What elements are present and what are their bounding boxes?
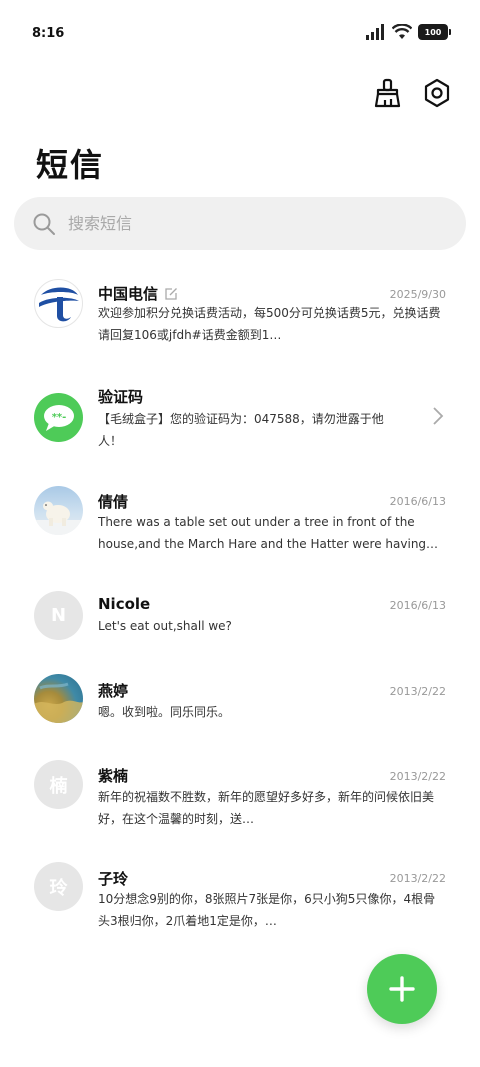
status-time: 8:16	[32, 26, 65, 41]
avatar: N	[34, 591, 83, 640]
avatar	[34, 674, 83, 723]
china-telecom-logo-icon	[38, 287, 79, 321]
conversation-item[interactable]: 燕婷 2013/2/22 嗯。收到啦。同乐同乐。	[0, 664, 480, 750]
chevron-right-icon[interactable]	[432, 406, 444, 426]
conversation-item[interactable]: N Nicole 2016/6/13 Let's eat out,shall w…	[0, 580, 480, 666]
message-date: 2013/2/22	[389, 770, 446, 783]
contact-name: Nicole	[98, 595, 151, 613]
conversation-item[interactable]: **- 验证码 【毛绒盒子】您的验证码为：047588，请勿泄露于他人！	[0, 366, 480, 452]
wifi-icon	[392, 24, 412, 39]
search-bar[interactable]	[14, 197, 466, 250]
contact-name: 倩倩	[98, 493, 129, 511]
message-date: 2016/6/13	[389, 495, 446, 508]
clean-button[interactable]	[370, 76, 404, 110]
contact-name: 燕婷	[98, 682, 129, 700]
edit-icon	[165, 287, 177, 300]
messages-screen: 8:16 100 短信 搜索短信 中国电信 2025/9/30 欢迎参加积分兑换…	[0, 0, 480, 1067]
status-bar: 8:16 100	[0, 0, 480, 64]
plus-icon	[389, 976, 415, 1002]
message-date: 2013/2/22	[389, 685, 446, 698]
battery-level: 100	[424, 27, 442, 37]
search-icon	[33, 213, 55, 235]
signal-icon	[366, 24, 384, 40]
settings-button[interactable]	[420, 76, 454, 110]
avatar	[34, 279, 83, 328]
conversation-item[interactable]: 倩倩 2016/6/13 There was a table set out u…	[0, 476, 480, 562]
avatar: 楠	[34, 760, 83, 809]
landscape-photo-icon	[34, 682, 83, 723]
message-preview: 嗯。收到啦。同乐同乐。	[98, 705, 231, 719]
contact-name: 紫楠	[98, 767, 129, 785]
contact-name: 子玲	[98, 870, 129, 888]
message-preview: Let's eat out,shall we?	[98, 619, 232, 633]
polar-bear-photo-icon	[34, 501, 83, 535]
avatar	[34, 486, 83, 535]
conversation-item[interactable]: 玲 子玲 2013/2/22 10分想念9别的你，8张照片7张是你，6只小狗5只…	[0, 848, 480, 934]
message-preview: 欢迎参加积分兑换话费活动，每500分可兑换话费5元，兑换话费请回复106或jfd…	[98, 306, 441, 342]
top-actions	[370, 76, 454, 110]
contact-name: 中国电信	[98, 283, 178, 304]
message-preview: There was a table set out under a tree i…	[98, 515, 427, 551]
message-preview: 10分想念9别的你，8张照片7张是你，6只小狗5只像你，4根骨头3根归你，2爪着…	[98, 892, 436, 928]
conversation-item[interactable]: 楠 紫楠 2013/2/22 新年的祝福数不胜数，新年的愿望好多好多，新年的问候…	[0, 750, 480, 836]
message-date: 2013/2/22	[389, 872, 446, 885]
message-date: 2016/6/13	[389, 599, 446, 612]
settings-icon	[424, 78, 450, 108]
avatar: 玲	[34, 862, 83, 911]
battery-icon: 100	[418, 24, 451, 40]
message-code-icon: **-	[43, 404, 74, 431]
page-title: 短信	[36, 146, 105, 184]
search-input[interactable]	[68, 214, 428, 233]
status-icons: 100	[366, 24, 451, 40]
avatar: **-	[34, 393, 83, 442]
new-message-button[interactable]	[367, 954, 437, 1024]
message-date: 2025/9/30	[389, 288, 446, 301]
message-preview: 【毛绒盒子】您的验证码为：047588，请勿泄露于他人！	[98, 412, 384, 448]
svg-text:**-: **-	[51, 412, 66, 423]
broom-icon	[374, 78, 401, 108]
conversation-item[interactable]: 中国电信 2025/9/30 欢迎参加积分兑换话费活动，每500分可兑换话费5元…	[0, 262, 480, 348]
message-preview: 新年的祝福数不胜数，新年的愿望好多好多，新年的问候依旧美好，在这个温馨的时刻，送…	[98, 790, 435, 826]
contact-name: 验证码	[98, 388, 144, 406]
